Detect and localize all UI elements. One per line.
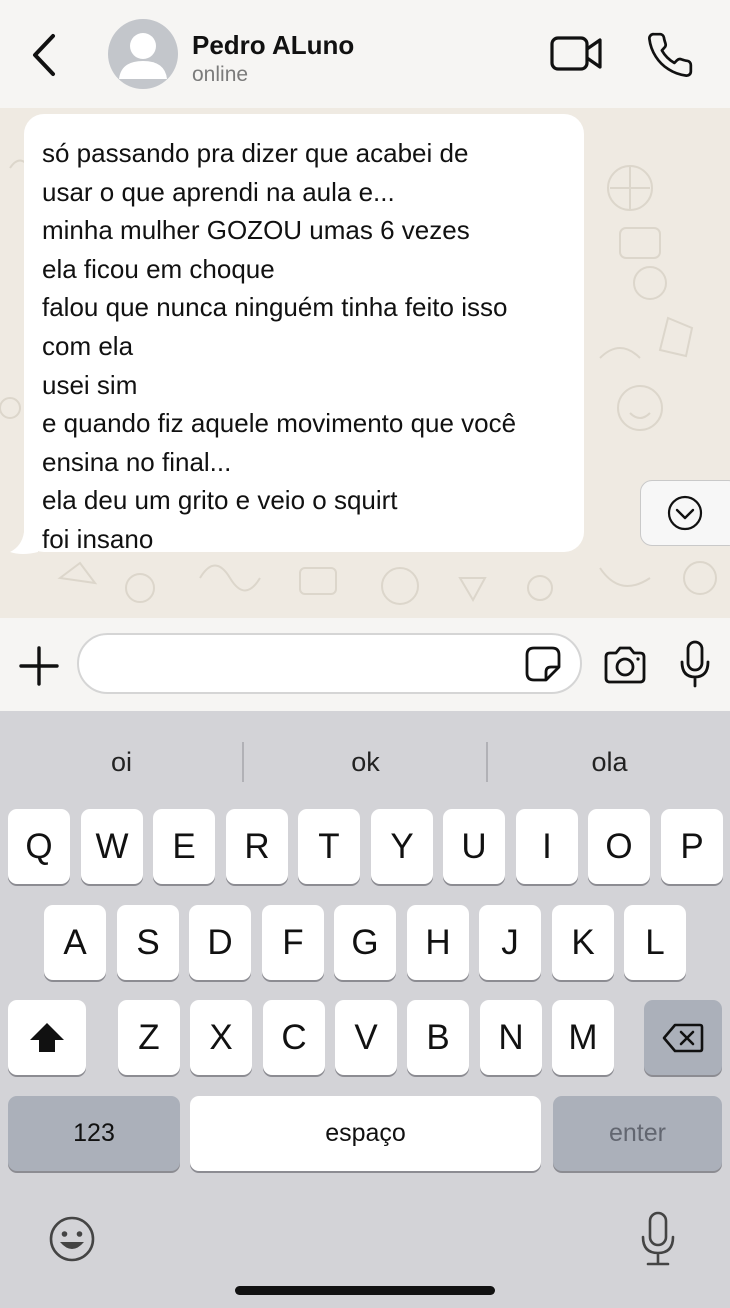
keyboard: oi ok ola Q W E R T Y U I O P A S D F G …: [0, 711, 730, 1308]
message-line: usar o que aprendi na aula e...: [42, 176, 395, 207]
camera-button[interactable]: [602, 645, 648, 685]
contact-status: online: [192, 63, 249, 86]
sticker-button[interactable]: [524, 645, 562, 683]
contact-name[interactable]: Pedro ALuno: [192, 30, 354, 61]
key-l[interactable]: L: [624, 905, 686, 980]
message-line: ela deu um grito e veio o squirt: [42, 485, 398, 516]
key-f[interactable]: F: [262, 905, 324, 980]
enter-key[interactable]: enter: [553, 1096, 722, 1171]
key-o[interactable]: O: [588, 809, 650, 884]
message-line: minha mulher GOZOU umas 6 vezes: [42, 215, 470, 246]
key-j[interactable]: J: [479, 905, 541, 980]
key-r[interactable]: R: [226, 809, 288, 884]
suggestion-ola[interactable]: ola: [488, 739, 730, 785]
backspace-key[interactable]: [644, 1000, 722, 1075]
key-y[interactable]: Y: [371, 809, 433, 884]
emoji-icon: [49, 1216, 95, 1262]
key-t[interactable]: T: [298, 809, 360, 884]
home-indicator[interactable]: [235, 1286, 495, 1295]
message-line: foi insano: [42, 523, 154, 554]
emoji-button[interactable]: [48, 1215, 96, 1263]
video-call-icon: [550, 36, 602, 71]
key-z[interactable]: Z: [118, 1000, 180, 1075]
key-a[interactable]: A: [44, 905, 106, 980]
key-v[interactable]: V: [335, 1000, 397, 1075]
message-line: ela ficou em choque: [42, 253, 275, 284]
suggestion-oi[interactable]: oi: [0, 739, 243, 785]
key-d[interactable]: D: [189, 905, 251, 980]
key-w[interactable]: W: [81, 809, 143, 884]
microphone-icon: [680, 640, 710, 688]
video-call-button[interactable]: [548, 32, 606, 76]
chevron-down-circle-icon: [667, 495, 703, 531]
message-input[interactable]: [77, 633, 582, 694]
plus-icon: [19, 646, 59, 686]
message-line: só passando pra dizer que acabei de: [42, 138, 469, 168]
voice-message-button[interactable]: [678, 640, 712, 688]
message-line: com ela: [42, 330, 134, 361]
key-p[interactable]: P: [661, 809, 723, 884]
back-arrow-icon: [33, 34, 55, 76]
dictation-icon: [641, 1211, 675, 1266]
suggestion-ok[interactable]: ok: [244, 739, 487, 785]
key-n[interactable]: N: [480, 1000, 542, 1075]
space-key[interactable]: espaço: [190, 1096, 541, 1171]
scroll-to-bottom-button[interactable]: [640, 480, 730, 546]
key-x[interactable]: X: [190, 1000, 252, 1075]
message-line: falou que nunca ninguém tinha feito isso: [42, 292, 508, 323]
sticker-icon: [525, 646, 561, 682]
chat-header: Pedro ALuno online: [0, 0, 730, 108]
shift-icon: [30, 1022, 64, 1052]
key-h[interactable]: H: [407, 905, 469, 980]
back-button[interactable]: [22, 28, 66, 82]
key-c[interactable]: C: [263, 1000, 325, 1075]
key-q[interactable]: Q: [8, 809, 70, 884]
message-line: e quando fiz aquele movimento que você: [42, 408, 517, 439]
attach-button[interactable]: [18, 645, 60, 687]
incoming-message-bubble[interactable]: só passando pra dizer que acabei de usar…: [24, 114, 584, 554]
message-line: usei sim: [42, 369, 138, 400]
numbers-key[interactable]: 123: [8, 1096, 180, 1171]
key-g[interactable]: G: [334, 905, 396, 980]
message-line: ensina no final...: [42, 446, 232, 477]
backspace-icon: [662, 1023, 704, 1052]
key-u[interactable]: U: [443, 809, 505, 884]
dictation-button[interactable]: [638, 1211, 678, 1267]
shift-key[interactable]: [8, 1000, 86, 1075]
key-b[interactable]: B: [407, 1000, 469, 1075]
avatar[interactable]: [108, 19, 178, 89]
key-s[interactable]: S: [117, 905, 179, 980]
key-i[interactable]: I: [516, 809, 578, 884]
avatar-placeholder-icon: [119, 33, 167, 79]
chat-area[interactable]: só passando pra dizer que acabei de usar…: [0, 108, 730, 618]
camera-icon: [604, 646, 646, 684]
key-m[interactable]: M: [552, 1000, 614, 1075]
key-e[interactable]: E: [153, 809, 215, 884]
key-k[interactable]: K: [552, 905, 614, 980]
phone-call-icon: [648, 32, 693, 77]
voice-call-button[interactable]: [645, 30, 695, 80]
